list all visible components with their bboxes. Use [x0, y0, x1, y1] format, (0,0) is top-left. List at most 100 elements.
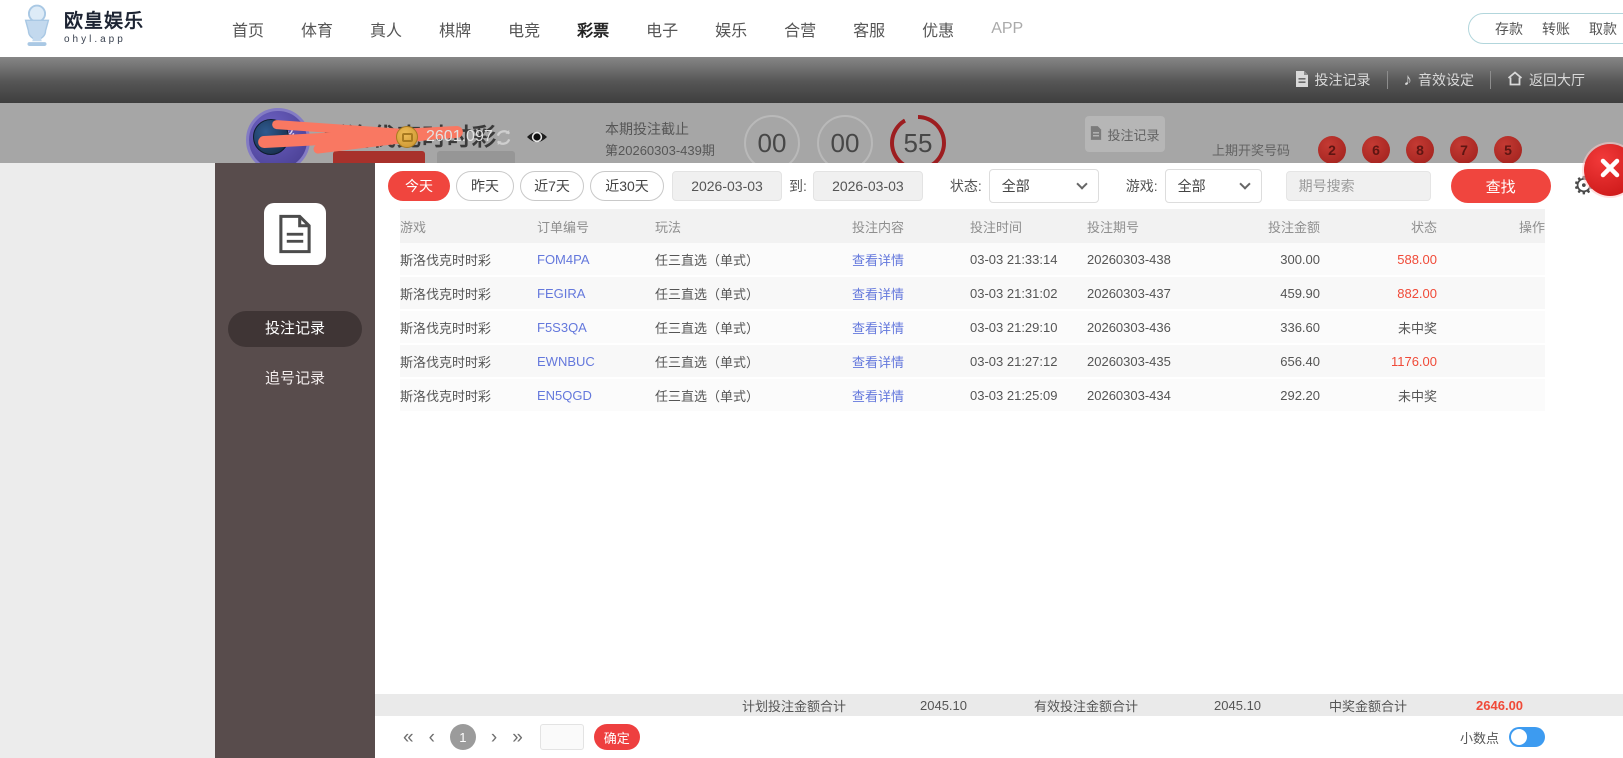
divider [1490, 71, 1491, 89]
sidebar-item-bet-records[interactable]: 投注记录 [228, 311, 362, 347]
draw-ball: 7 [1450, 136, 1478, 164]
view-details-link[interactable]: 查看详情 [852, 284, 970, 303]
order-number-link[interactable]: EWNBUC [537, 354, 655, 369]
view-details-link[interactable]: 查看详情 [852, 352, 970, 371]
avatar[interactable] [253, 119, 289, 155]
cell-game: 斯洛伐克时时彩 [400, 320, 492, 336]
cell-status: 588.00 [1397, 251, 1437, 267]
sound-settings-link[interactable]: ♪ 音效设定 [1404, 70, 1475, 90]
period-search-input[interactable] [1285, 171, 1431, 201]
order-number-link[interactable]: FEGIRA [537, 286, 655, 301]
bet-deadline: 本期投注截止 第20260303-439期 [605, 118, 715, 162]
prev-page-button[interactable]: ‹ [429, 728, 435, 747]
brand-logo[interactable]: 欧皇娱乐 ohyl.app [18, 4, 144, 53]
decimal-toggle[interactable] [1509, 727, 1545, 747]
date-from-input[interactable] [672, 171, 782, 201]
cell-bet-time: 03-03 21:31:02 [970, 285, 1058, 301]
bet-records-table: 游戏 订单编号 玩法 投注内容 投注时间 投注期号 投注金额 状态 操作 斯洛伐… [375, 209, 1623, 413]
brand-name: 欧皇娱乐 [64, 10, 145, 32]
current-page-indicator: 1 [449, 724, 476, 750]
pagination-bar: « ‹ 1 › » 确定 小数点 [375, 716, 1623, 758]
chevron-down-icon [1239, 178, 1251, 190]
nav-item-slots[interactable]: 电子 [646, 17, 678, 41]
cell-bet-period: 20260303-434 [1087, 387, 1171, 403]
nav-item-sports[interactable]: 体育 [301, 17, 333, 41]
brand-domain: ohyl.app [64, 34, 126, 46]
modal-content: 今天 昨天 近7天 近30天 到: 状态: 全部 游戏: 全部 查找 ⚙ 游 [375, 163, 1623, 758]
cell-status: 未中奖 [1397, 388, 1437, 404]
date-to-input[interactable] [812, 171, 923, 201]
search-button[interactable]: 查找 [1450, 169, 1551, 203]
draw-ball: 5 [1494, 136, 1522, 164]
cell-bet-time: 03-03 21:27:12 [970, 353, 1058, 369]
table-row: 斯洛伐克时时彩 F5S3QA 任三直选（单式） 查看详情 03-03 21:29… [400, 311, 1545, 345]
nav-item-promo[interactable]: 优惠 [922, 17, 954, 41]
table-row: 斯洛伐克时时彩 FEGIRA 任三直选（单式） 查看详情 03-03 21:31… [400, 277, 1545, 311]
plan-total-label: 计划投注金额合计 [742, 698, 847, 714]
home-icon [1507, 71, 1523, 89]
last-page-button[interactable]: » [512, 728, 523, 747]
view-details-link[interactable]: 查看详情 [852, 386, 970, 405]
nav-item-partner[interactable]: 合营 [784, 17, 816, 41]
status-select[interactable]: 全部 [988, 169, 1099, 203]
back-to-lobby-link[interactable]: 返回大厅 [1507, 70, 1585, 90]
next-page-button[interactable]: › [491, 728, 497, 747]
draw-ball: 8 [1406, 136, 1434, 164]
cell-bet-time: 03-03 21:33:14 [970, 251, 1058, 267]
nav-item-entertainment[interactable]: 娱乐 [715, 17, 747, 41]
order-number-link[interactable]: EN5QGD [537, 388, 655, 403]
table-row: 斯洛伐克时时彩 FOM4PA 任三直选（单式） 查看详情 03-03 21:33… [400, 243, 1545, 277]
quick-filter-yesterday[interactable]: 昨天 [456, 171, 514, 201]
quick-filter-30days[interactable]: 近30天 [590, 171, 664, 201]
page-confirm-button[interactable]: 确定 [593, 724, 640, 750]
cell-game: 斯洛伐克时时彩 [400, 388, 492, 404]
cell-bet-period: 20260303-436 [1087, 319, 1171, 335]
transfer-button[interactable]: 转账 [1542, 19, 1570, 39]
page-jump-input[interactable] [539, 724, 584, 750]
bet-records-link[interactable]: 投注记录 [1295, 70, 1371, 90]
game-select[interactable]: 全部 [1164, 169, 1262, 203]
bet-record-button[interactable]: 投注记录 [1085, 116, 1165, 152]
first-page-button[interactable]: « [403, 728, 414, 747]
withdraw-button[interactable]: 取款 [1589, 19, 1617, 39]
nav-item-board[interactable]: 棋牌 [439, 17, 471, 41]
cell-play-type: 任三直选（单式） [655, 388, 760, 404]
modal-sidebar: 投注记录 追号记录 [215, 163, 375, 758]
last-draw-label: 上期开奖号码 [1212, 143, 1291, 158]
order-number-link[interactable]: FOM4PA [537, 252, 655, 267]
nav-item-home[interactable]: 首页 [232, 17, 264, 41]
document-icon [264, 203, 326, 265]
quick-filter-7days[interactable]: 近7天 [520, 171, 584, 201]
deposit-button[interactable]: 存款 [1495, 19, 1523, 39]
win-total-value: 2646.00 [1476, 697, 1524, 713]
refresh-balance-icon[interactable] [494, 128, 513, 152]
valid-total-value: 2045.10 [1214, 697, 1262, 713]
view-details-link[interactable]: 查看详情 [852, 318, 970, 337]
cell-play-type: 任三直选（单式） [655, 252, 760, 268]
cell-play-type: 任三直选（单式） [655, 354, 760, 370]
wallet-actions: 存款 转账 取款 [1468, 13, 1623, 44]
quick-filter-today[interactable]: 今天 [388, 171, 450, 201]
filter-bar: 今天 昨天 近7天 近30天 到: 状态: 全部 游戏: 全部 查找 ⚙ [375, 163, 1623, 209]
view-details-link[interactable]: 查看详情 [852, 250, 970, 269]
nav-item-esports[interactable]: 电竞 [508, 17, 540, 41]
nav-item-service[interactable]: 客服 [853, 17, 885, 41]
cell-bet-amount: 292.20 [1280, 387, 1320, 403]
win-total-label: 中奖金额合计 [1329, 698, 1408, 714]
close-icon [1599, 157, 1621, 184]
cell-status: 1176.00 [1390, 353, 1437, 369]
nav-item-app[interactable]: APP [991, 20, 1023, 38]
document-icon [1090, 125, 1102, 143]
status-label: 状态: [949, 178, 982, 194]
sidebar-item-chase-records[interactable]: 追号记录 [228, 361, 362, 397]
order-number-link[interactable]: F5S3QA [537, 320, 655, 335]
top-nav: 欧皇娱乐 ohyl.app 首页 体育 真人 棋牌 电竞 彩票 电子 娱乐 合营… [0, 0, 1623, 57]
cell-game: 斯洛伐克时时彩 [400, 354, 492, 370]
user-bar: 2601.097 投注记录 ♪ 音效设定 返回大厅 [0, 57, 1623, 155]
cell-bet-amount: 300.00 [1280, 251, 1320, 267]
nav-item-lottery[interactable]: 彩票 [577, 17, 609, 41]
last-draw-numbers: 2 6 8 7 5 [1318, 136, 1522, 164]
chevron-down-icon [1076, 178, 1088, 190]
nav-item-live[interactable]: 真人 [370, 17, 402, 41]
hide-balance-eye-icon[interactable] [526, 129, 548, 150]
